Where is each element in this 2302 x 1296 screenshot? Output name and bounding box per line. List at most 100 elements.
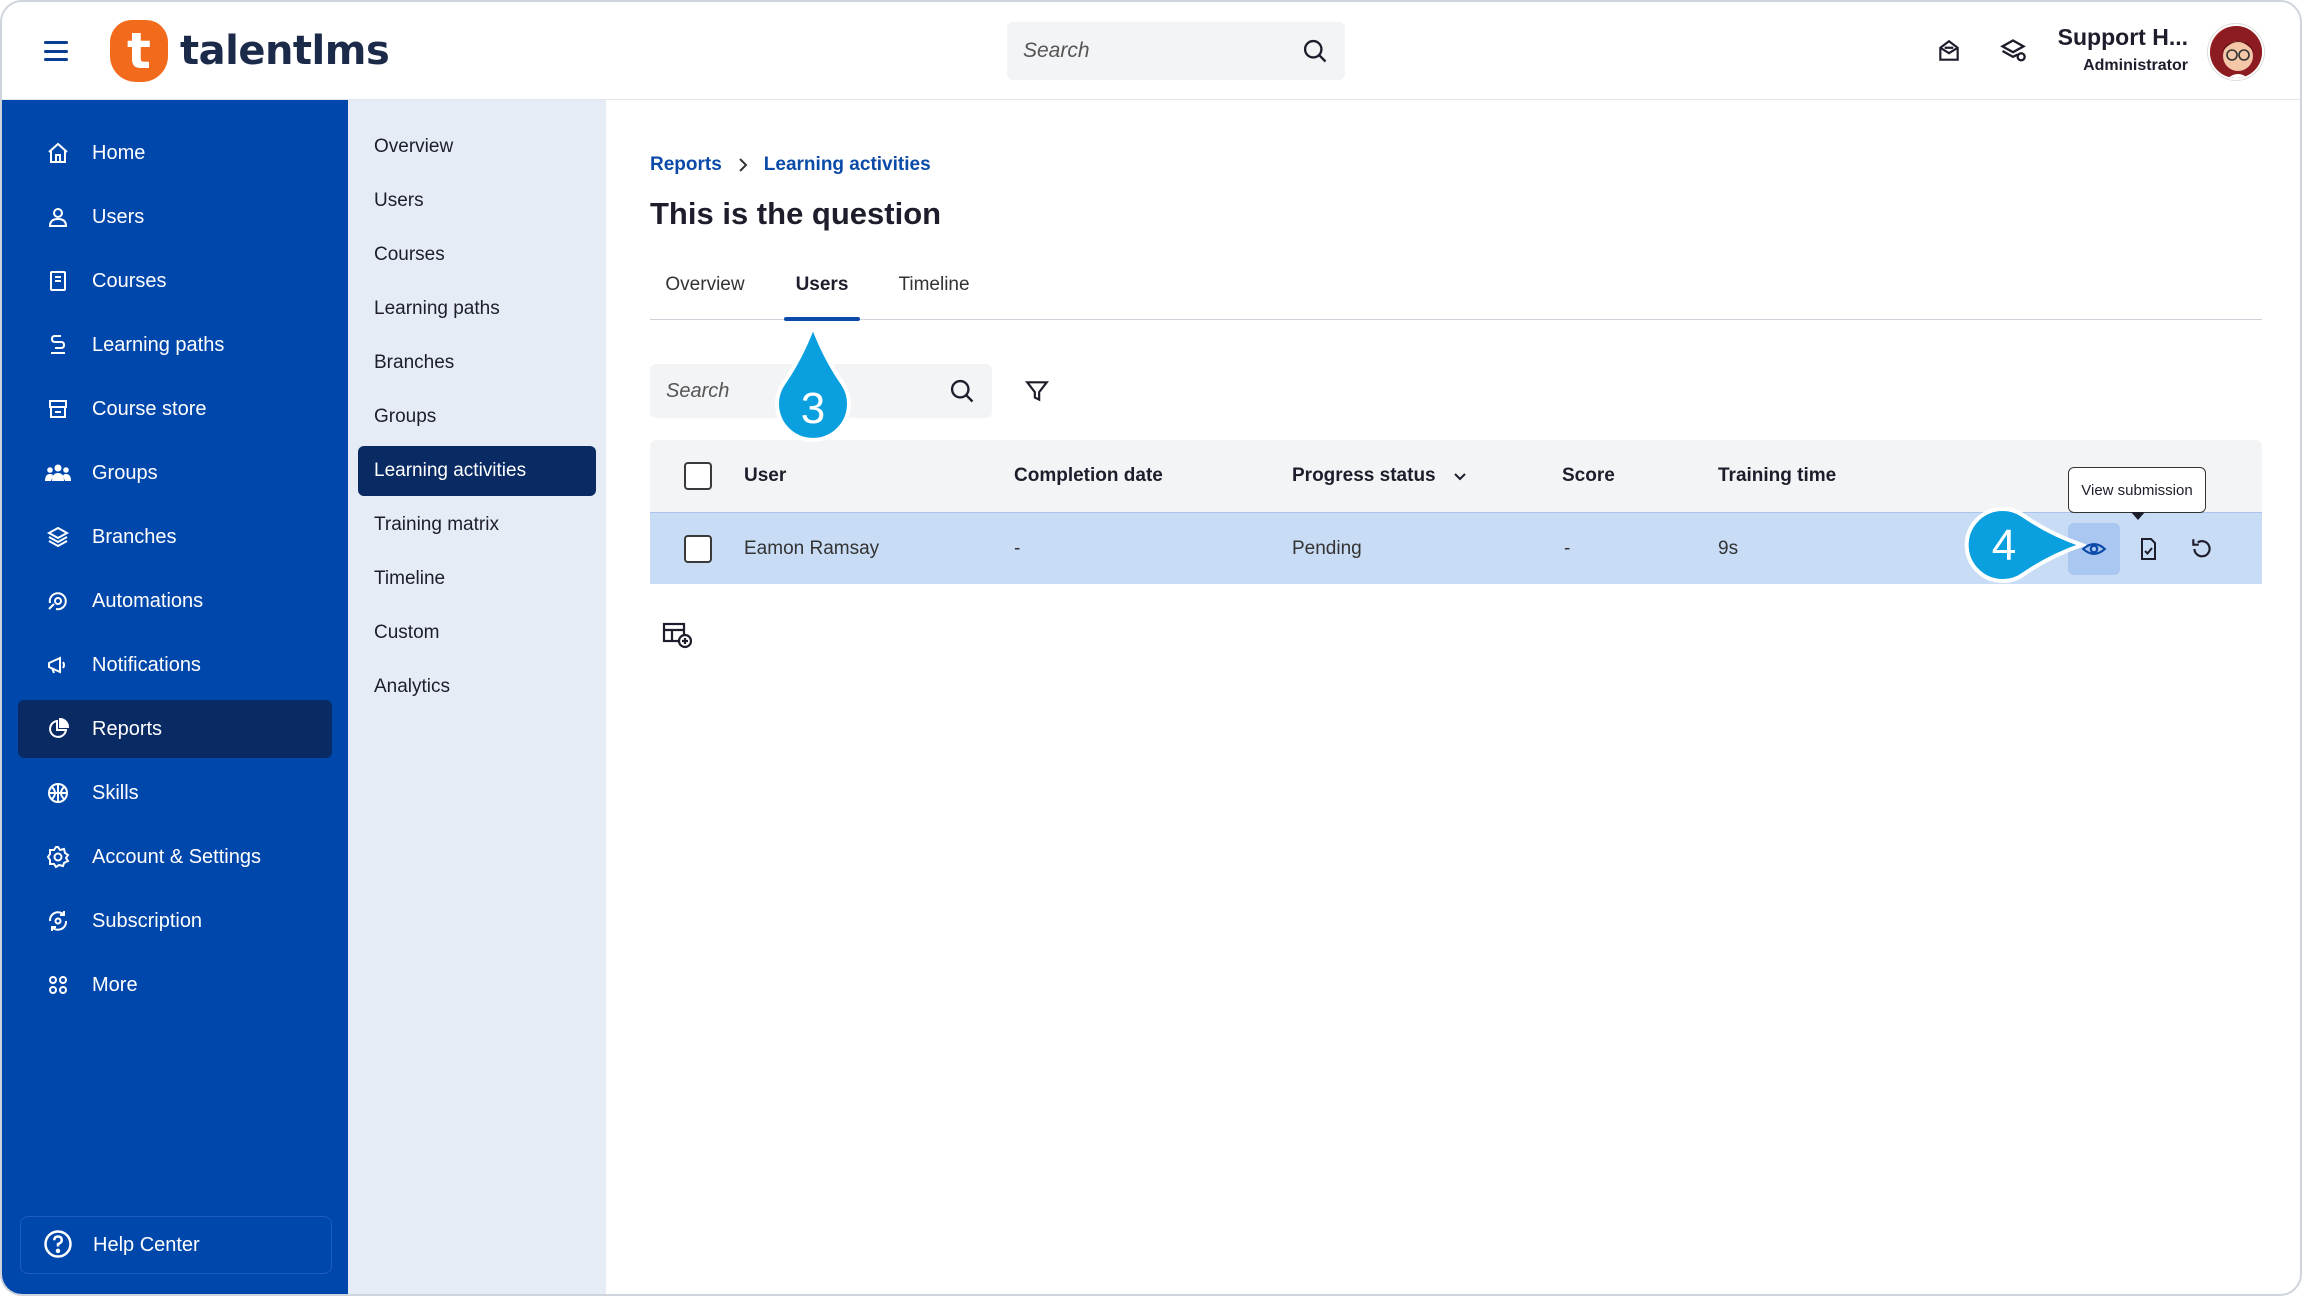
role-switch-icon[interactable] bbox=[1996, 34, 2030, 68]
logo-mark: t bbox=[110, 20, 168, 82]
page-title: This is the question bbox=[650, 196, 942, 231]
step-marker-4-label: 4 bbox=[1992, 521, 2016, 570]
sidebar-item-notifications[interactable]: Notifications bbox=[18, 636, 332, 694]
user-name: Support H... bbox=[2057, 24, 2188, 50]
search-icon[interactable] bbox=[1301, 37, 1329, 65]
sidebar-item-users[interactable]: Users bbox=[18, 188, 332, 246]
automation-icon bbox=[44, 587, 72, 615]
subnav-item-custom[interactable]: Custom bbox=[358, 608, 596, 658]
search-icon[interactable] bbox=[948, 377, 976, 405]
sidebar-item-label: Users bbox=[92, 205, 145, 228]
subnav-item-overview[interactable]: Overview bbox=[358, 122, 596, 172]
cell-completion-date: - bbox=[1014, 538, 1021, 559]
gear-icon bbox=[44, 843, 72, 871]
sidebar-item-label: More bbox=[92, 973, 138, 996]
global-search-input[interactable] bbox=[1023, 39, 1301, 63]
sidebar-item-label: Learning paths bbox=[92, 333, 225, 356]
cell-score: - bbox=[1564, 538, 1571, 559]
path-icon bbox=[44, 331, 72, 359]
skills-icon bbox=[44, 779, 72, 807]
grid-icon bbox=[44, 971, 72, 999]
column-header-progress-status[interactable]: Progress status bbox=[1292, 440, 1468, 512]
main-sidebar: Home Users Courses Learning paths Course… bbox=[2, 100, 348, 1294]
top-bar: t talentlms Support H... Administrator bbox=[2, 2, 2300, 100]
tab-timeline[interactable]: Timeline bbox=[884, 270, 984, 320]
tab-bar: Overview Users Timeline bbox=[650, 270, 2262, 321]
sidebar-item-label: Reports bbox=[92, 717, 163, 740]
subnav-item-learning-paths[interactable]: Learning paths bbox=[358, 284, 596, 334]
column-header-label: Progress status bbox=[1292, 465, 1436, 486]
breadcrumb-reports-link[interactable]: Reports bbox=[650, 154, 722, 176]
global-search bbox=[1007, 22, 1345, 80]
logo-text: talentlms bbox=[180, 28, 390, 74]
cell-progress-status: Pending bbox=[1292, 538, 1362, 559]
subnav-item-branches[interactable]: Branches bbox=[358, 338, 596, 388]
column-header-training-time[interactable]: Training time bbox=[1718, 440, 1836, 512]
subnav-item-training-matrix[interactable]: Training matrix bbox=[358, 500, 596, 550]
messages-icon[interactable] bbox=[1932, 34, 1966, 68]
sidebar-item-more[interactable]: More bbox=[18, 956, 332, 1014]
sidebar-item-courses[interactable]: Courses bbox=[18, 252, 332, 310]
sidebar-item-branches[interactable]: Branches bbox=[18, 508, 332, 566]
subnav-item-analytics[interactable]: Analytics bbox=[358, 662, 596, 712]
column-header-score[interactable]: Score bbox=[1562, 440, 1615, 512]
sidebar-item-label: Branches bbox=[92, 525, 177, 548]
main-content: Reports Learning activities This is the … bbox=[606, 100, 2300, 1294]
subnav-item-courses[interactable]: Courses bbox=[358, 230, 596, 280]
layers-icon bbox=[44, 523, 72, 551]
subnav-item-users[interactable]: Users bbox=[358, 176, 596, 226]
subnav-item-timeline[interactable]: Timeline bbox=[358, 554, 596, 604]
column-header-user[interactable]: User bbox=[744, 440, 786, 512]
menu-toggle-button[interactable] bbox=[40, 36, 72, 66]
sidebar-item-subscription[interactable]: Subscription bbox=[18, 892, 332, 950]
user-icon bbox=[44, 203, 72, 231]
select-all-checkbox[interactable] bbox=[684, 462, 712, 490]
help-center-button[interactable]: Help Center bbox=[20, 1216, 332, 1274]
chevron-down-icon bbox=[1452, 468, 1468, 484]
groups-icon bbox=[44, 459, 72, 487]
step-marker-3-label: 3 bbox=[801, 384, 825, 433]
sidebar-item-label: Notifications bbox=[92, 653, 201, 676]
breadcrumb: Reports Learning activities bbox=[650, 154, 931, 176]
sidebar-item-label: Skills bbox=[92, 781, 139, 804]
subnav-item-groups[interactable]: Groups bbox=[358, 392, 596, 442]
sidebar-item-learning-paths[interactable]: Learning paths bbox=[18, 316, 332, 374]
sidebar-item-groups[interactable]: Groups bbox=[18, 444, 332, 502]
avatar[interactable] bbox=[2208, 24, 2264, 80]
sidebar-item-reports[interactable]: Reports bbox=[18, 700, 332, 758]
sidebar-item-label: Automations bbox=[92, 589, 204, 612]
sidebar-item-course-store[interactable]: Course store bbox=[18, 380, 332, 438]
chevron-right-icon bbox=[736, 156, 750, 174]
talentlms-logo[interactable]: t talentlms bbox=[110, 20, 390, 82]
subscription-icon bbox=[44, 907, 72, 935]
table-header: User Completion date Progress status Sco… bbox=[650, 440, 2262, 512]
cell-user: Eamon Ramsay bbox=[744, 538, 880, 559]
document-check-icon bbox=[2136, 537, 2160, 561]
home-icon bbox=[44, 139, 72, 167]
sidebar-item-home[interactable]: Home bbox=[18, 124, 332, 182]
grade-submission-button[interactable] bbox=[2122, 523, 2174, 575]
sidebar-item-label: Course store bbox=[92, 397, 207, 420]
row-checkbox[interactable] bbox=[684, 535, 712, 563]
tab-users[interactable]: Users bbox=[784, 270, 860, 321]
view-submission-tooltip: View submission bbox=[2068, 467, 2206, 520]
subnav-item-learning-activities[interactable]: Learning activities bbox=[358, 446, 596, 496]
sidebar-item-automations[interactable]: Automations bbox=[18, 572, 332, 630]
reset-button[interactable] bbox=[2176, 523, 2228, 575]
undo-icon bbox=[2189, 536, 2215, 562]
sidebar-item-account-settings[interactable]: Account & Settings bbox=[18, 828, 332, 886]
sidebar-item-label: Home bbox=[92, 141, 146, 164]
store-icon bbox=[44, 395, 72, 423]
table-columns-settings-icon[interactable] bbox=[660, 618, 694, 652]
pie-chart-icon bbox=[44, 715, 72, 743]
step-marker-4: 4 bbox=[1964, 507, 2086, 583]
user-menu[interactable]: Support H... Administrator bbox=[2058, 24, 2188, 75]
sidebar-item-skills[interactable]: Skills bbox=[18, 764, 332, 822]
book-icon bbox=[44, 267, 72, 295]
breadcrumb-learning-activities-link[interactable]: Learning activities bbox=[764, 154, 931, 176]
sidebar-item-label: Subscription bbox=[92, 909, 203, 932]
filter-icon[interactable] bbox=[1022, 376, 1052, 406]
app-window: t talentlms Support H... Administrator bbox=[0, 0, 2302, 1296]
tab-overview[interactable]: Overview bbox=[650, 270, 760, 320]
column-header-completion-date[interactable]: Completion date bbox=[1014, 440, 1163, 512]
